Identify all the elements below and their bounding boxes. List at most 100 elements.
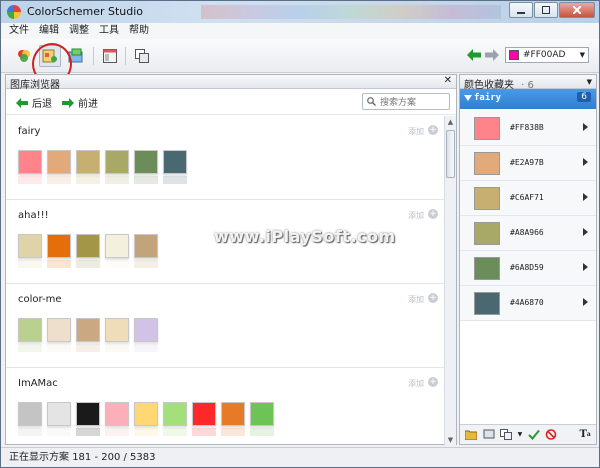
color-swatch[interactable] [221, 402, 245, 426]
swatch-item[interactable] [163, 402, 192, 438]
scheme-row[interactable]: fairy 添加 + [6, 116, 444, 200]
menu-edit[interactable]: 编辑 [39, 23, 59, 39]
minimize-button[interactable] [509, 2, 533, 18]
swatch-item[interactable] [134, 234, 163, 270]
scheme-row[interactable]: color-me 添加 + [6, 284, 444, 368]
favorite-color-item[interactable]: #4A6870 [460, 286, 596, 321]
copy-button[interactable] [499, 428, 513, 442]
favorite-color-item[interactable]: #FF838B [460, 111, 596, 146]
swatch-item[interactable] [163, 150, 192, 186]
arrow-left-icon[interactable] [467, 49, 481, 61]
swatch-item[interactable] [76, 402, 105, 438]
favorite-color-item[interactable]: #C6AF71 [460, 181, 596, 216]
chevron-right-icon[interactable] [583, 123, 588, 131]
color-swatch[interactable] [47, 402, 71, 426]
favorite-color-item[interactable]: #E2A97B [460, 146, 596, 181]
favorite-color-item[interactable]: #A8A966 [460, 216, 596, 251]
menu-file[interactable]: 文件 [9, 23, 29, 39]
chevron-right-icon[interactable] [583, 298, 588, 306]
color-swatch[interactable] [250, 402, 274, 426]
swatch-item[interactable] [105, 234, 134, 270]
apply-button[interactable] [527, 428, 541, 442]
add-scheme-icon[interactable]: + [428, 209, 438, 219]
add-scheme-icon[interactable]: + [428, 293, 438, 303]
import-button[interactable] [482, 428, 496, 442]
color-swatch[interactable] [105, 234, 129, 258]
swatch-item[interactable] [76, 150, 105, 186]
color-swatch[interactable] [105, 318, 129, 342]
swatch-item[interactable] [47, 402, 76, 438]
color-swatch[interactable] [134, 402, 158, 426]
search-input[interactable]: 搜索方案 [362, 93, 450, 110]
open-folder-button[interactable] [464, 428, 478, 442]
color-swatch[interactable] [18, 150, 42, 174]
scroll-up-icon[interactable]: ▲ [445, 116, 456, 128]
scheme-row[interactable]: ImAMac 添加 + [6, 368, 444, 446]
swatch-item[interactable] [18, 402, 47, 438]
menu-help[interactable]: 帮助 [129, 23, 149, 39]
close-button[interactable] [559, 2, 595, 18]
color-swatch[interactable] [105, 150, 129, 174]
swatch-item[interactable] [105, 150, 134, 186]
swatch-item[interactable] [134, 402, 163, 438]
color-swatch[interactable] [134, 150, 158, 174]
color-swatch[interactable] [76, 318, 100, 342]
color-swatch[interactable] [134, 318, 158, 342]
dropdown-arrow[interactable]: ▼ [517, 428, 523, 442]
swatch-item[interactable] [76, 318, 105, 354]
title-bar[interactable]: ColorSchemer Studio [1, 1, 599, 23]
menu-tools[interactable]: 工具 [99, 23, 119, 39]
swatch-item[interactable] [47, 234, 76, 270]
vertical-scrollbar[interactable]: ▲ ▼ [444, 116, 456, 446]
scroll-thumb[interactable] [446, 130, 455, 178]
current-color-dropdown[interactable]: #FF00AD ▼ [505, 47, 589, 63]
swatch-item[interactable] [47, 150, 76, 186]
layout-view-button[interactable] [99, 45, 121, 67]
color-swatch[interactable] [18, 318, 42, 342]
chevron-down-icon[interactable]: ▼ [587, 78, 592, 86]
delete-button[interactable] [545, 428, 559, 442]
text-button[interactable]: Ta [578, 428, 592, 442]
scroll-down-icon[interactable]: ▼ [445, 434, 456, 446]
color-swatch[interactable] [47, 318, 71, 342]
swatch-item[interactable] [221, 402, 250, 438]
panel-close-icon[interactable]: ✕ [444, 75, 452, 86]
swatch-item[interactable] [76, 234, 105, 270]
add-scheme-icon[interactable]: + [428, 377, 438, 387]
favorite-color-item[interactable]: #6A8D59 [460, 251, 596, 286]
color-swatch[interactable] [134, 234, 158, 258]
swatch-item[interactable] [18, 234, 47, 270]
back-button[interactable]: 后退 [16, 95, 52, 110]
color-swatch[interactable] [76, 402, 100, 426]
add-scheme-icon[interactable]: + [428, 125, 438, 135]
chevron-right-icon[interactable] [583, 228, 588, 236]
swatch-item[interactable] [47, 318, 76, 354]
arrow-right-icon[interactable] [485, 49, 499, 61]
swatch-item[interactable] [105, 402, 134, 438]
color-swatch[interactable] [47, 234, 71, 258]
swatch-item[interactable] [134, 318, 163, 354]
swatch-item[interactable] [18, 150, 47, 186]
color-swatch[interactable] [76, 234, 100, 258]
color-swatch[interactable] [105, 402, 129, 426]
favorites-folder-fairy[interactable]: fairy 6 [460, 89, 596, 109]
color-swatch[interactable] [18, 234, 42, 258]
color-swatch[interactable] [163, 402, 187, 426]
swatch-item[interactable] [192, 402, 221, 438]
swatch-item[interactable] [105, 318, 134, 354]
forward-button[interactable]: 前进 [62, 95, 98, 110]
swatch-item[interactable] [250, 402, 279, 438]
chevron-right-icon[interactable] [583, 263, 588, 271]
chevron-right-icon[interactable] [583, 193, 588, 201]
color-swatch[interactable] [163, 150, 187, 174]
chevron-right-icon[interactable] [583, 158, 588, 166]
color-swatch[interactable] [76, 150, 100, 174]
maximize-button[interactable] [534, 2, 558, 18]
swatch-item[interactable] [18, 318, 47, 354]
swatch-item[interactable] [134, 150, 163, 186]
compare-button[interactable] [131, 45, 153, 67]
color-swatch[interactable] [192, 402, 216, 426]
color-swatch[interactable] [18, 402, 42, 426]
color-swatch[interactable] [47, 150, 71, 174]
menu-adjust[interactable]: 调整 [69, 23, 89, 39]
